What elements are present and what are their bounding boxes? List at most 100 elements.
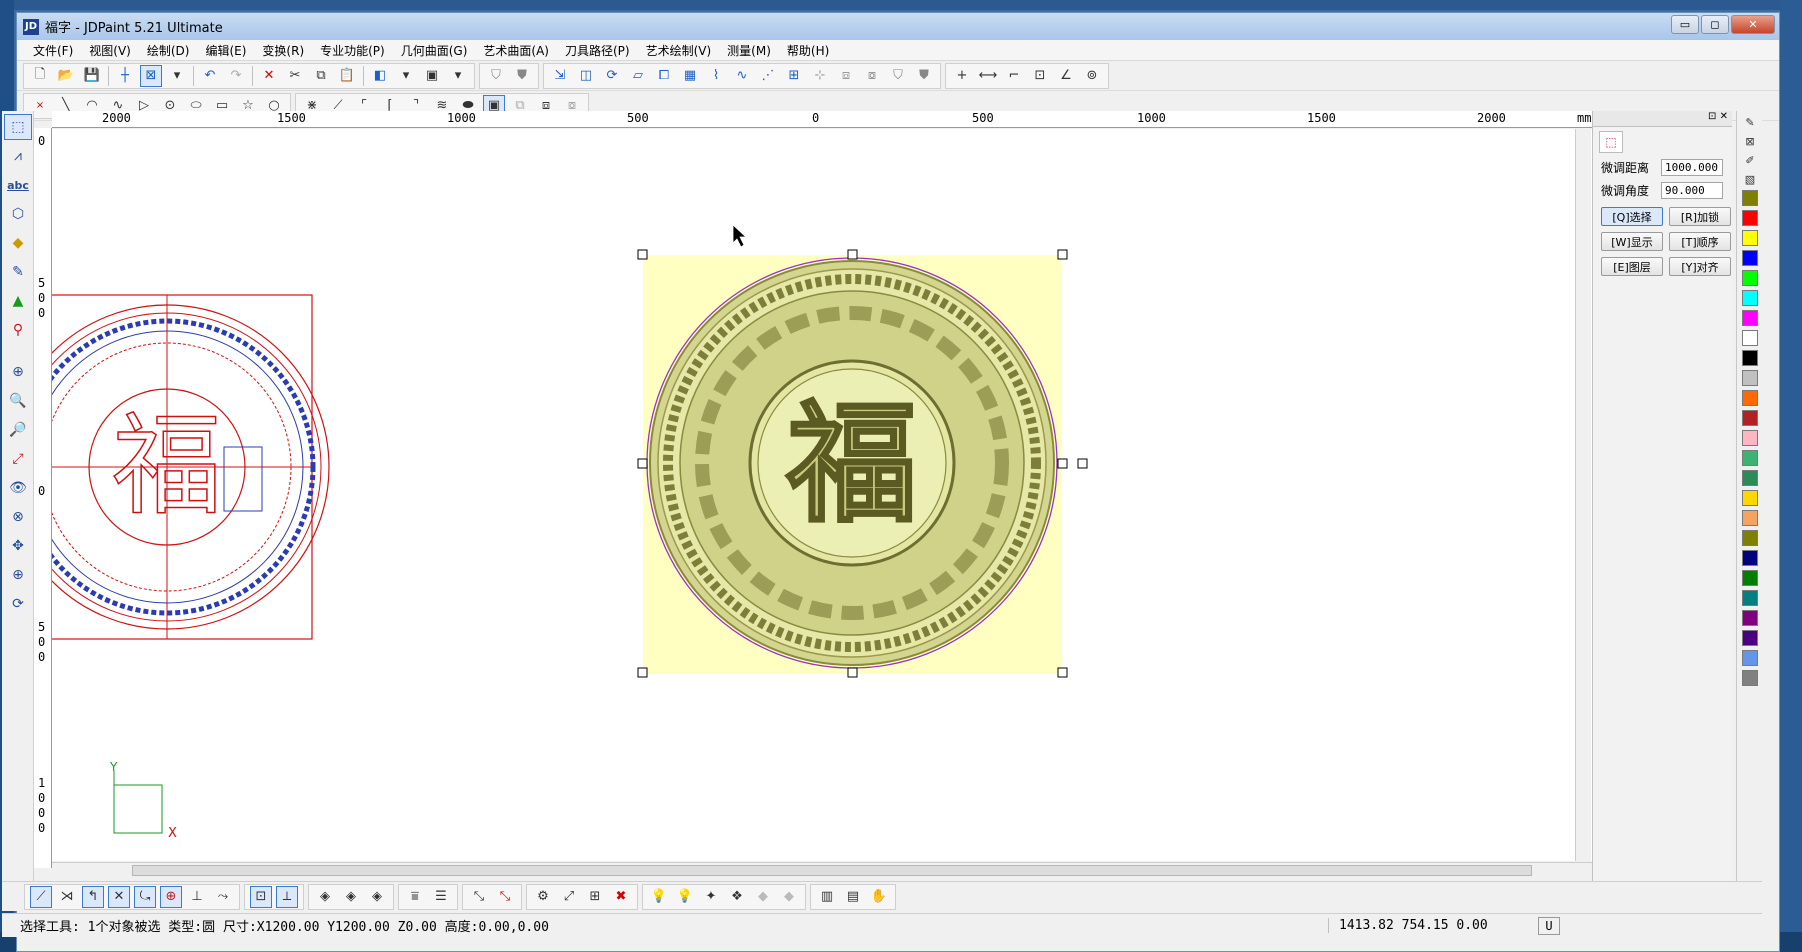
snap-endpoint-icon[interactable]: ⟋ <box>30 885 52 908</box>
vector-medallion[interactable]: 福 <box>52 294 330 640</box>
select-button[interactable]: [Q]选择 <box>1601 207 1663 226</box>
menu-transform[interactable]: 变换(R) <box>254 42 312 59</box>
color-swatch[interactable] <box>1742 370 1758 386</box>
selection-tab-icon[interactable]: ⬚ <box>1599 131 1623 153</box>
shield-filled-icon[interactable]: ⛊ <box>511 65 533 87</box>
zoom-extent-icon[interactable]: ⤢ <box>4 446 32 472</box>
shape-tool-icon[interactable]: ⬡ <box>4 201 32 227</box>
title-bar[interactable]: JD 福字 - JDPaint 5.21 Ultimate ▭ ◻ ✕ <box>17 13 1779 40</box>
skew-icon[interactable]: ▱ <box>627 65 649 87</box>
snap-tangent-icon[interactable]: ↰ <box>82 885 104 908</box>
color-swatch[interactable] <box>1742 590 1758 606</box>
minimize-button[interactable]: ▭ <box>1671 15 1699 34</box>
vertical-scrollbar[interactable] <box>1575 129 1591 861</box>
ortho-icon[interactable]: ⟂ <box>276 885 298 908</box>
snap-perpendicular-icon[interactable]: ⊥ <box>186 886 208 908</box>
color-swatch[interactable] <box>1742 390 1758 406</box>
menu-edit[interactable]: 编辑(E) <box>197 42 254 59</box>
menu-measure[interactable]: 测量(M) <box>719 42 779 59</box>
color-swatch[interactable] <box>1742 530 1758 546</box>
array-icon[interactable]: ▦ <box>679 65 701 87</box>
shield-icon[interactable]: ⛉ <box>485 65 507 87</box>
snap-intersection-icon[interactable]: ✕ <box>108 885 130 908</box>
refresh-icon[interactable]: ⟳ <box>4 591 32 617</box>
probe-icon[interactable]: ⊚ <box>1081 65 1103 87</box>
shield-filled-icon[interactable]: ⛊ <box>913 65 935 87</box>
snap-nearest-icon[interactable]: ⤳ <box>212 886 234 908</box>
point-icon[interactable]: + <box>951 65 973 87</box>
paste-icon[interactable]: 📋 <box>336 65 358 87</box>
cut-icon[interactable]: ✂ <box>284 65 306 87</box>
color-swatch[interactable] <box>1742 630 1758 646</box>
unit-mode-indicator[interactable]: U <box>1538 916 1560 935</box>
color-swatch[interactable] <box>1742 450 1758 466</box>
menu-professional[interactable]: 专业功能(P) <box>312 42 393 59</box>
order-button[interactable]: [T]顺序 <box>1669 232 1731 251</box>
menu-help[interactable]: 帮助(H) <box>779 42 837 59</box>
box-view-icon[interactable]: ▣ <box>421 65 443 87</box>
light-group-icon[interactable]: ❖ <box>726 886 748 908</box>
color-swatch[interactable] <box>1742 350 1758 366</box>
light-green-icon[interactable]: 💡 <box>648 886 670 908</box>
table-icon[interactable]: ▤ <box>842 886 864 908</box>
color-swatch[interactable] <box>1742 290 1758 306</box>
probe-tool-icon[interactable]: ⚲ <box>4 317 32 343</box>
corner-icon[interactable]: ⌐ <box>1003 65 1025 87</box>
panel-pin-icon[interactable]: ⊡ <box>1708 111 1716 122</box>
node-add-icon[interactable]: ⚙ <box>532 886 554 908</box>
spline-icon[interactable]: ∿ <box>731 65 753 87</box>
close-button[interactable]: ✕ <box>1731 15 1775 34</box>
pick-icon[interactable]: ⤡ <box>468 886 490 908</box>
hand-icon[interactable]: ✋ <box>868 886 890 908</box>
panel-close-icon[interactable]: ✕ <box>1720 111 1728 122</box>
distance-icon[interactable]: ⟷ <box>977 65 999 87</box>
translate-icon[interactable]: ⇲ <box>549 65 571 87</box>
zoom-window-icon[interactable]: ⊕ <box>4 359 32 385</box>
color-swatch[interactable] <box>1742 250 1758 266</box>
pen-icon[interactable]: ✎ <box>1742 114 1758 130</box>
dimension-icon[interactable]: ⊡ <box>1029 65 1051 87</box>
scrollbar-thumb[interactable] <box>132 865 1532 876</box>
menu-file[interactable]: 文件(F) <box>25 42 81 59</box>
menu-art-draw[interactable]: 艺术绘制(V) <box>638 42 720 59</box>
eye-icon[interactable]: 👁 <box>4 475 32 501</box>
zoom-out-icon[interactable]: 🔎 <box>4 417 32 443</box>
lock-button[interactable]: [R]加锁 <box>1669 207 1731 226</box>
color-swatch[interactable] <box>1742 270 1758 286</box>
undo-icon[interactable]: ↶ <box>199 65 221 87</box>
drawing-canvas[interactable]: 福 福 X Y <box>52 129 1592 861</box>
zoom-icon[interactable]: ⊕ <box>4 562 32 588</box>
menu-view[interactable]: 视图(V) <box>81 42 139 59</box>
color-swatch[interactable] <box>1742 410 1758 426</box>
view-diamond-2-icon[interactable]: ◈ <box>340 886 362 908</box>
node-move-icon[interactable]: ⤢ <box>558 886 580 908</box>
snap-midpoint-icon[interactable]: ⋊ <box>56 886 78 908</box>
pan-icon[interactable]: ✥ <box>4 533 32 559</box>
select-box-icon[interactable]: ⊠ <box>140 64 162 87</box>
align-icon[interactable]: ⊹ <box>809 65 831 87</box>
menu-geometric-surface[interactable]: 几何曲面(G) <box>393 42 476 59</box>
view-diamond-icon[interactable]: ◈ <box>314 886 336 908</box>
color-swatch[interactable] <box>1742 550 1758 566</box>
node-edit-icon[interactable]: ⋰ <box>757 65 779 87</box>
knife-tool-icon[interactable]: ✎ <box>4 259 32 285</box>
surface-tool-icon[interactable]: ◆ <box>4 230 32 256</box>
delete-icon[interactable]: ✕ <box>258 65 280 87</box>
new-file-icon[interactable]: 🗋 <box>29 65 51 87</box>
menu-art-surface[interactable]: 艺术曲面(A) <box>475 42 557 59</box>
node-tool-icon[interactable]: ⩘ <box>4 143 32 169</box>
color-swatch[interactable] <box>1742 230 1758 246</box>
light-off-2-icon[interactable]: ◆ <box>778 886 800 908</box>
zoom-in-icon[interactable]: 🔍 <box>4 388 32 414</box>
shield-icon[interactable]: ⛉ <box>887 65 909 87</box>
3d-view-icon[interactable]: ◧ <box>369 65 391 87</box>
group-icon[interactable]: ⧈ <box>835 65 857 87</box>
color-swatch[interactable] <box>1742 430 1758 446</box>
color-swatch[interactable] <box>1742 330 1758 346</box>
crosshair-icon[interactable]: ┼ <box>114 65 136 87</box>
light-move-icon[interactable]: ✦ <box>700 886 722 908</box>
palette-icon[interactable]: ▧ <box>1742 171 1758 187</box>
copy-icon[interactable]: ⧉ <box>310 65 332 87</box>
fine-angle-input[interactable]: 90.000 <box>1661 182 1723 199</box>
layer-button[interactable]: [E]图层 <box>1601 257 1663 276</box>
